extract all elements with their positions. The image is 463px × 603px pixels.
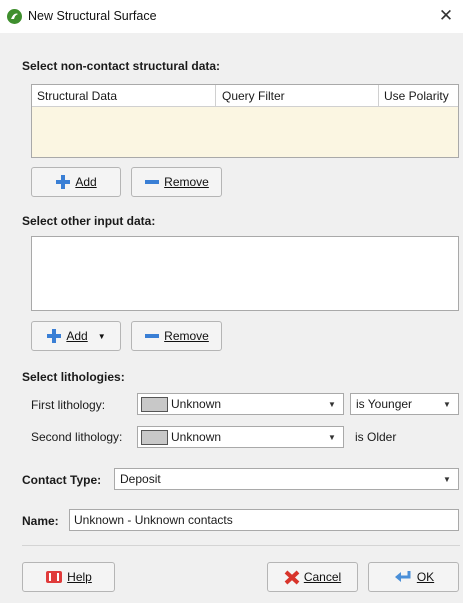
chevron-down-icon: ▼ bbox=[443, 474, 451, 484]
structural-data-table[interactable]: Structural Data Query Filter Use Polarit… bbox=[31, 84, 459, 158]
structural-section-label: Select non-contact structural data: bbox=[22, 59, 221, 73]
title-bar: New Structural Surface ✕ bbox=[0, 0, 463, 33]
second-relation-text: is Older bbox=[355, 430, 397, 444]
lithology-color-swatch bbox=[141, 396, 168, 412]
other-input-section-label: Select other input data: bbox=[22, 214, 156, 228]
minus-icon bbox=[145, 334, 160, 338]
column-query-filter[interactable]: Query Filter bbox=[222, 89, 285, 103]
first-relation-select[interactable]: is Younger ▼ bbox=[350, 393, 459, 415]
remove-label: Remove bbox=[164, 329, 209, 343]
other-add-button[interactable]: Add ▼ bbox=[31, 321, 121, 351]
minus-icon bbox=[145, 180, 160, 184]
contact-type-value: Deposit bbox=[120, 472, 161, 486]
footer-divider bbox=[22, 545, 460, 546]
structural-remove-button[interactable]: Remove bbox=[131, 167, 222, 197]
structural-add-button[interactable]: Add bbox=[31, 167, 121, 197]
cancel-button[interactable]: Cancel bbox=[267, 562, 358, 592]
lithology-color-swatch bbox=[141, 429, 168, 445]
chevron-down-icon: ▼ bbox=[328, 399, 336, 409]
other-input-list[interactable] bbox=[31, 236, 459, 311]
column-use-polarity[interactable]: Use Polarity bbox=[384, 89, 449, 103]
second-lithology-value: Unknown bbox=[171, 430, 222, 444]
first-lithology-select[interactable]: Unknown ▼ bbox=[137, 393, 344, 415]
chevron-down-icon: ▼ bbox=[97, 331, 106, 341]
chevron-down-icon: ▼ bbox=[443, 399, 451, 409]
help-button[interactable]: Help bbox=[22, 562, 115, 592]
first-lithology-value: Unknown bbox=[171, 397, 222, 411]
name-label: Name: bbox=[22, 514, 59, 528]
second-lithology-select[interactable]: Unknown ▼ bbox=[137, 426, 344, 448]
help-label: Help bbox=[67, 570, 92, 584]
plus-icon bbox=[47, 329, 62, 343]
window-title: New Structural Surface bbox=[28, 9, 157, 23]
close-icon: ✕ bbox=[438, 6, 454, 25]
add-label: Add bbox=[75, 175, 97, 189]
chevron-down-icon: ▼ bbox=[328, 432, 336, 442]
column-divider bbox=[378, 85, 379, 107]
cancel-label: Cancel bbox=[303, 570, 342, 584]
name-value: Unknown - Unknown contacts bbox=[74, 513, 233, 527]
app-logo-icon bbox=[7, 9, 22, 24]
add-label: Add bbox=[66, 329, 88, 343]
first-lithology-label: First lithology: bbox=[31, 398, 106, 412]
contact-type-select[interactable]: Deposit ▼ bbox=[114, 468, 459, 490]
cancel-icon bbox=[284, 570, 300, 585]
second-lithology-label: Second lithology: bbox=[31, 430, 123, 444]
lithologies-section-label: Select lithologies: bbox=[22, 370, 125, 384]
contact-type-label: Contact Type: bbox=[22, 473, 102, 487]
help-icon bbox=[46, 571, 63, 583]
first-relation-value: is Younger bbox=[356, 397, 413, 411]
name-field[interactable]: Unknown - Unknown contacts bbox=[69, 509, 459, 531]
ok-button[interactable]: OK bbox=[368, 562, 459, 592]
other-remove-button[interactable]: Remove bbox=[131, 321, 222, 351]
plus-icon bbox=[56, 175, 71, 189]
close-button[interactable]: ✕ bbox=[435, 5, 457, 27]
column-divider bbox=[215, 85, 216, 107]
return-arrow-icon bbox=[394, 571, 411, 582]
remove-label: Remove bbox=[164, 175, 209, 189]
column-structural-data[interactable]: Structural Data bbox=[37, 89, 117, 103]
table-header: Structural Data Query Filter Use Polarit… bbox=[32, 85, 458, 107]
ok-label: OK bbox=[416, 570, 435, 584]
